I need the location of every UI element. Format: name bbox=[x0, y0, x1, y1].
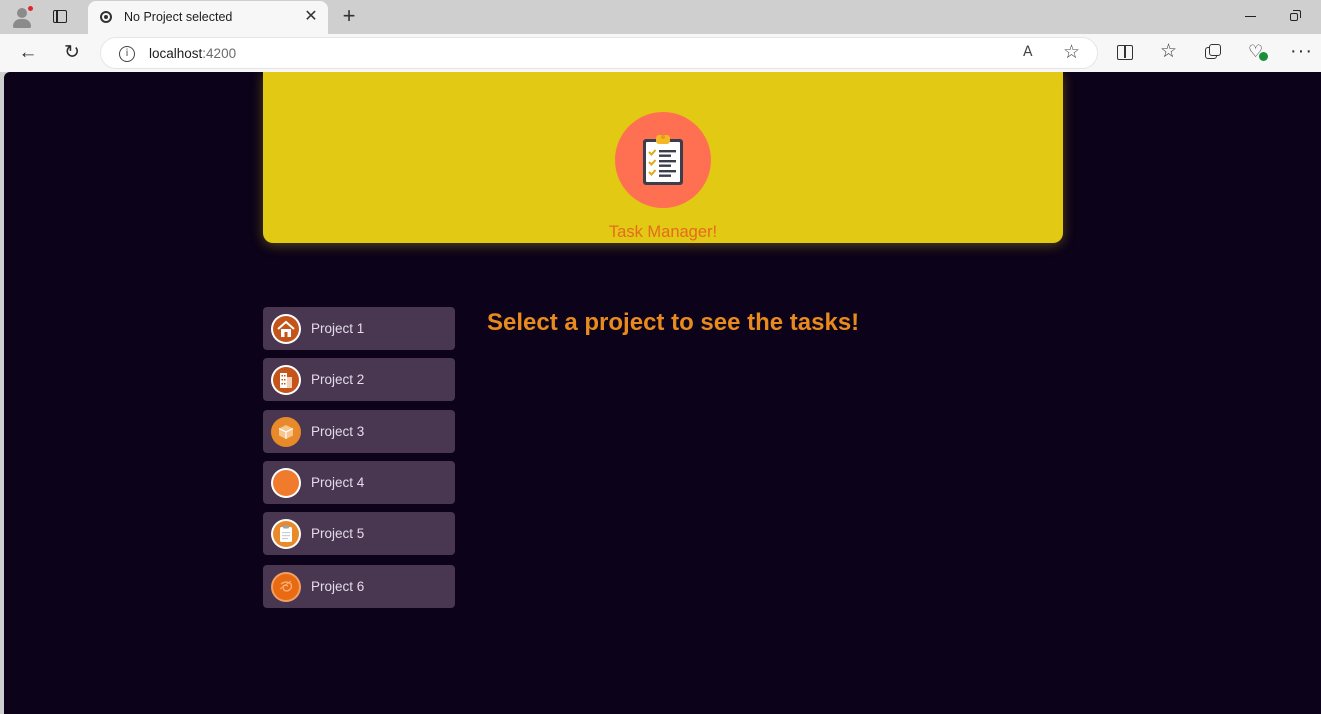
select-project-prompt: Select a project to see the tasks! bbox=[487, 309, 860, 336]
app-title: Task Manager! bbox=[608, 223, 718, 241]
profile-icon[interactable] bbox=[10, 5, 34, 29]
split-screen-icon[interactable] bbox=[1117, 45, 1133, 60]
project-label: Project 6 bbox=[311, 579, 365, 594]
project-button-6[interactable]: Project 6 bbox=[263, 565, 455, 608]
orange-swirl-icon bbox=[271, 572, 301, 602]
site-info-icon[interactable]: i bbox=[119, 46, 135, 62]
project-button-3[interactable]: Project 3 bbox=[263, 410, 455, 453]
favorites-icon[interactable]: ☆ bbox=[1160, 40, 1177, 62]
page-viewport: Task Manager! Project 1 Project 2 Projec… bbox=[4, 72, 1321, 714]
page-favicon-icon bbox=[100, 11, 112, 23]
refresh-button[interactable]: ↻ bbox=[60, 41, 84, 65]
project-label: Project 1 bbox=[311, 321, 365, 336]
project-button-4[interactable]: Project 4 bbox=[263, 461, 455, 504]
project-label: Project 3 bbox=[311, 424, 365, 439]
tab-title: No Project selected bbox=[124, 10, 233, 24]
url-port: :4200 bbox=[202, 46, 237, 61]
new-tab-button[interactable]: + bbox=[338, 4, 360, 28]
tab-actions-icon[interactable] bbox=[50, 7, 70, 27]
project-label: Project 4 bbox=[311, 475, 365, 490]
address-bar[interactable]: i localhost:4200 A ☆ bbox=[100, 37, 1098, 69]
window-restore-button[interactable] bbox=[1290, 10, 1302, 22]
address-url[interactable]: localhost:4200 bbox=[149, 46, 236, 61]
collections-icon[interactable] bbox=[1205, 44, 1222, 61]
back-button[interactable]: ← bbox=[16, 41, 40, 65]
clipboard-checklist-icon bbox=[643, 135, 683, 185]
tab-close-icon[interactable]: ✕ bbox=[302, 8, 320, 26]
box-icon bbox=[271, 417, 301, 447]
app-header: Task Manager! bbox=[263, 72, 1063, 243]
building-icon bbox=[271, 365, 301, 395]
browser-tabstrip: No Project selected ✕ + bbox=[0, 0, 1321, 34]
clipboard-icon bbox=[271, 519, 301, 549]
project-label: Project 2 bbox=[311, 372, 365, 387]
read-aloud-icon[interactable]: A bbox=[1023, 44, 1033, 60]
project-button-5[interactable]: Project 5 bbox=[263, 512, 455, 555]
browser-tab-active[interactable]: No Project selected ✕ bbox=[88, 1, 328, 34]
browser-essentials-icon[interactable]: ♡ bbox=[1248, 43, 1268, 61]
project-button-1[interactable]: Project 1 bbox=[263, 307, 455, 350]
more-menu-icon[interactable]: ··· bbox=[1290, 40, 1313, 63]
window-minimize-button[interactable] bbox=[1244, 8, 1258, 24]
favorite-star-icon[interactable]: ☆ bbox=[1063, 41, 1080, 63]
app-logo bbox=[615, 112, 711, 208]
url-host: localhost bbox=[149, 46, 203, 61]
project-label: Project 5 bbox=[311, 526, 365, 541]
orange-circle-icon bbox=[271, 468, 301, 498]
house-icon bbox=[271, 314, 301, 344]
project-button-2[interactable]: Project 2 bbox=[263, 358, 455, 401]
